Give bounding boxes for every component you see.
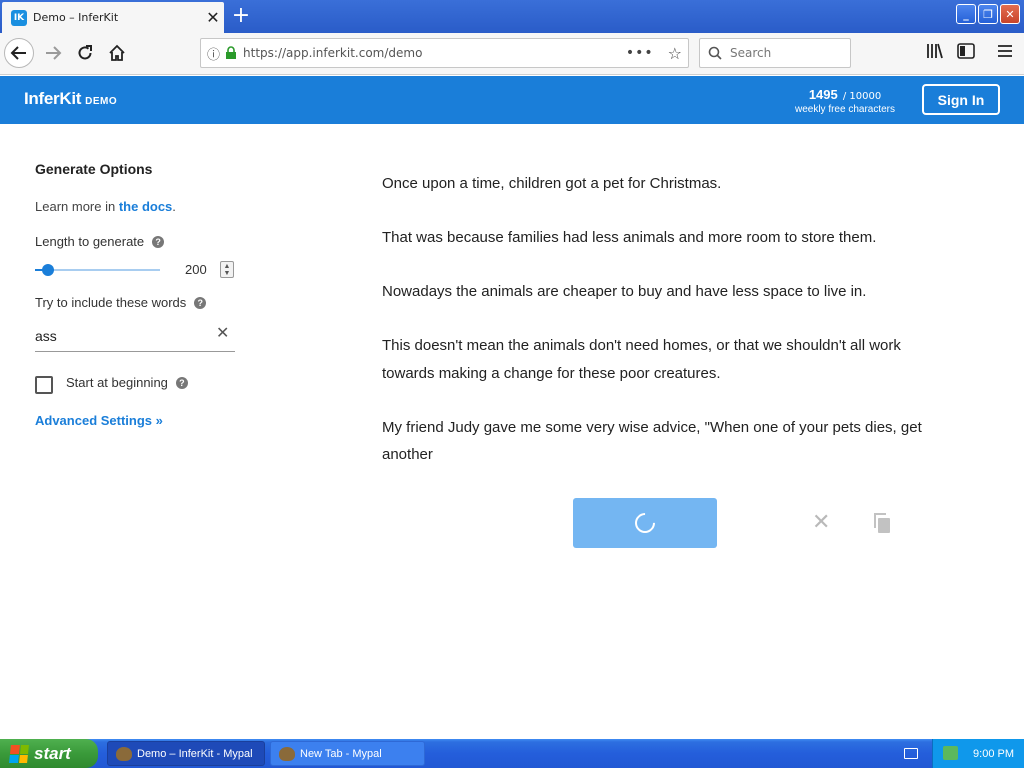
restore-icon[interactable]: ❐	[978, 4, 998, 24]
credits-counter: 1495 / 10000 weekly free characters	[780, 84, 910, 115]
search-icon	[708, 46, 722, 60]
generated-text: Once upon a time, children got a pet for…	[382, 170, 922, 495]
menu-icon[interactable]	[997, 43, 1013, 62]
length-label: Length to generate ?	[35, 234, 165, 249]
site-header: InferKit DEMO 1495 / 10000 weekly free ch…	[0, 76, 1024, 124]
tab-title: Demo – InferKit	[33, 11, 119, 24]
start-button[interactable]: start	[0, 739, 98, 768]
help-icon[interactable]: ?	[194, 296, 207, 309]
length-value: 200	[185, 262, 207, 277]
start-label: Start at beginning ?	[66, 375, 188, 390]
help-icon[interactable]: ?	[152, 235, 165, 248]
search-input[interactable]: Search	[699, 38, 851, 68]
advanced-settings-link[interactable]: Advanced Settings »	[35, 413, 163, 428]
output-paragraph: Once upon a time, children got a pet for…	[382, 175, 722, 192]
start-at-beginning-checkbox[interactable]	[35, 376, 53, 394]
docs-line: Learn more in the docs.	[35, 199, 176, 214]
length-label-text: Length to generate	[35, 234, 145, 249]
clock[interactable]: 9:00 PM	[973, 748, 1014, 760]
system-tray: 9:00 PM	[932, 739, 1024, 768]
url-text: https://app.inferkit.com/demo	[243, 46, 423, 60]
sidebar-icon[interactable]	[957, 43, 975, 63]
loading-spinner-icon	[630, 508, 660, 538]
clear-icon[interactable]: ✕	[216, 323, 229, 343]
words-label-text: Try to include these words	[35, 295, 187, 310]
brand-logo[interactable]: InferKit DEMO	[24, 89, 117, 109]
favicon-icon: IK	[11, 9, 27, 26]
browser-tab[interactable]: IK Demo – InferKit ✕	[2, 2, 224, 33]
slider-thumb[interactable]	[41, 264, 54, 276]
new-tab-icon[interactable]: +	[228, 4, 254, 28]
library-icon[interactable]	[926, 43, 944, 63]
brand-suffix: DEMO	[85, 96, 118, 107]
start-label: start	[34, 743, 71, 763]
lock-icon	[225, 44, 237, 63]
taskbar-item-demo[interactable]: Demo – InferKit - Mypal	[107, 741, 265, 766]
taskbar-item-label: Demo – InferKit - Mypal	[137, 747, 253, 760]
network-icon[interactable]	[943, 746, 958, 760]
credits-max: / 10000	[842, 91, 882, 102]
mypal-icon	[116, 746, 132, 761]
taskbar-item-newtab[interactable]: New Tab - Mypal	[270, 741, 425, 766]
start-label-text: Start at beginning	[66, 375, 168, 390]
address-bar[interactable]: ⓘ https://app.inferkit.com/demo ••• ☆	[200, 38, 689, 68]
taskbar-item-label: New Tab - Mypal	[300, 747, 382, 760]
cancel-icon[interactable]: ✕	[812, 510, 830, 535]
brand-name: InferKit	[24, 89, 82, 108]
browser-navbar: ⓘ https://app.inferkit.com/demo ••• ☆ Se…	[0, 33, 1024, 75]
help-icon[interactable]: ?	[175, 376, 188, 389]
output-paragraph: That was because families had less anima…	[382, 229, 877, 246]
page-actions-icon[interactable]: •••	[626, 45, 654, 61]
credits-label: weekly free characters	[794, 104, 896, 115]
docs-suffix: .	[172, 199, 176, 214]
keyboard-icon[interactable]	[904, 748, 918, 759]
docs-prefix: Learn more in	[35, 199, 119, 214]
generate-button[interactable]	[573, 498, 717, 548]
windows-logo-icon	[9, 744, 29, 763]
credits-count: 1495	[808, 87, 838, 102]
mypal-icon	[279, 746, 295, 761]
stepper-up-icon[interactable]: ▲	[224, 263, 231, 270]
copy-icon[interactable]	[872, 512, 892, 538]
home-icon[interactable]	[102, 38, 132, 68]
forward-arrow-icon[interactable]	[38, 38, 68, 68]
window-close-icon[interactable]: ✕	[1000, 4, 1020, 24]
info-icon[interactable]: ⓘ	[207, 44, 220, 63]
length-stepper[interactable]: ▲ ▼	[220, 261, 234, 278]
tab-close-icon[interactable]: ✕	[202, 9, 224, 26]
output-paragraph: Nowadays the animals are cheaper to buy …	[382, 283, 867, 300]
bookmark-star-icon[interactable]: ☆	[668, 44, 682, 63]
sign-in-button[interactable]: Sign In	[922, 84, 1000, 115]
search-placeholder: Search	[730, 46, 772, 60]
minimize-icon[interactable]: _	[956, 4, 976, 24]
output-paragraph: This doesn't mean the animals don't need…	[382, 337, 901, 382]
words-input[interactable]	[35, 320, 235, 352]
taskbar: start Demo – InferKit - Mypal New Tab - …	[0, 739, 1024, 768]
words-label: Try to include these words ?	[35, 295, 207, 310]
browser-tab-strip: IK Demo – InferKit ✕ + _ ❐ ✕	[0, 0, 1024, 33]
stepper-down-icon[interactable]: ▼	[224, 270, 231, 277]
output-paragraph: My friend Judy gave me some very wise ad…	[382, 418, 922, 464]
window-controls: _ ❐ ✕	[956, 4, 1020, 24]
length-slider[interactable]	[35, 264, 160, 276]
reload-icon[interactable]	[70, 38, 100, 68]
docs-link[interactable]: the docs	[119, 199, 172, 214]
back-arrow-icon[interactable]	[4, 38, 34, 68]
panel-title: Generate Options	[35, 161, 153, 177]
